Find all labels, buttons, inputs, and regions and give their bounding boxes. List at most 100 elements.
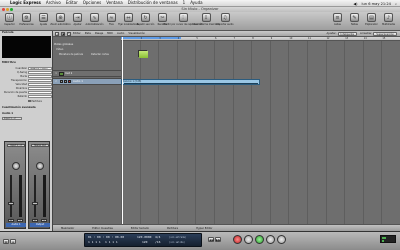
bounce-icon: ⇩ (201, 13, 211, 22)
record-button[interactable] (233, 235, 242, 244)
menu-ventana[interactable]: Ventana (106, 0, 122, 6)
repeat-icon: ↻ (141, 13, 150, 22)
snap-select[interactable]: Inteligente (337, 32, 357, 36)
track-row[interactable]: 1 Inst 1 (53, 70, 121, 77)
record-enable-button[interactable] (68, 80, 71, 83)
media-button[interactable]: ♪ Multimedia (381, 13, 396, 26)
solo-button[interactable]: S (41, 219, 47, 222)
playhead[interactable] (122, 37, 123, 231)
menu-visualizacion[interactable]: Visualización (128, 32, 145, 35)
movie-region[interactable] (138, 50, 148, 58)
tab-hyper-editor[interactable]: Hyper Editor (196, 227, 212, 230)
toolbar: ⓘ Inspector ⚙ Preferencias ☰ Ajuste ⊕ Zoom a… (0, 12, 400, 31)
solo-track-button[interactable] (64, 80, 67, 83)
play-button[interactable] (255, 235, 264, 244)
midi-section-header[interactable]: MIDI thru (0, 61, 16, 65)
menu-distribucion[interactable]: Distribución de ventanas (128, 0, 178, 6)
menu-midi[interactable]: MIDI (107, 32, 113, 35)
audio-region[interactable]: Cancion 1 (3:28) (121, 79, 260, 85)
score-checkbox[interactable] (28, 99, 31, 103)
cycle-button[interactable] (266, 235, 275, 244)
menu-editar[interactable]: Editar (66, 0, 78, 6)
menu-pasaje[interactable]: Pasaje (95, 32, 103, 35)
close-window-button[interactable] (2, 8, 5, 11)
mute-button[interactable]: M (8, 219, 14, 222)
spotlight-icon[interactable]: ⌕ (395, 2, 397, 6)
import-audio-button[interactable]: ♫ Importar audio (216, 13, 234, 29)
input-slot[interactable]: Input 1 – 2 (7, 144, 25, 147)
browser-button[interactable]: ▤ Explorador (364, 13, 379, 26)
audio-section-header[interactable]: Audio 1 (0, 112, 13, 116)
tab-piano-roll[interactable]: Editor teclado (131, 227, 149, 230)
menu-opciones[interactable]: Opciones (83, 0, 102, 6)
ruler-tick: 12 (326, 37, 330, 40)
media-browser-button[interactable]: ▤ (3, 239, 9, 244)
quantize-section-header[interactable]: Cuantización avanzada (0, 106, 36, 110)
menu-editar-local[interactable]: Editar (73, 32, 81, 35)
drag-select[interactable]: Superposición (373, 32, 397, 36)
automation-button[interactable]: ∿ Automatización (86, 13, 103, 29)
split-button[interactable]: ⫶ Dividir por cursor de reproducción (163, 13, 203, 29)
settings-button[interactable]: ☰ Ajuste (36, 13, 51, 29)
menu-pista[interactable]: Pista (85, 32, 91, 35)
mute-button[interactable]: M (32, 219, 38, 222)
pointer-tool-icon[interactable]: ↖ (67, 31, 71, 36)
mute-track-button[interactable] (60, 80, 63, 83)
volume-icon[interactable]: ◀) (353, 2, 357, 6)
bar-ruler[interactable]: 1 2 3 4 5 6 7 8 9 10 11 12 13 14 15 (121, 37, 400, 41)
lists-toggle-button[interactable]: ≡ (10, 239, 16, 244)
snap-button[interactable]: ⇥ Ajustar (70, 13, 85, 29)
repeat-section-button[interactable]: ↻ Repetir sección (137, 13, 154, 29)
fader-track[interactable] (10, 175, 12, 217)
lcd-display[interactable]: 01 : 00 : 00 : 00.00 1 1 1 1 1 1 1 1 120… (84, 233, 202, 247)
menu-archivo[interactable]: Archivo (46, 0, 61, 6)
lists-button[interactable]: ≡ Listas (330, 13, 345, 26)
cycle-region[interactable] (121, 37, 181, 39)
inspector-header[interactable]: Película (0, 31, 52, 35)
cpu-meter[interactable] (380, 235, 396, 243)
minimize-window-button[interactable] (6, 8, 9, 11)
arrange-timeline[interactable]: 1 2 3 4 5 6 7 8 9 10 11 12 13 14 15 Cancion 1 (3:28) (121, 37, 400, 231)
crop-button[interactable]: ✂ Recortar (155, 13, 170, 29)
metronome-button[interactable] (277, 235, 286, 244)
tab-score[interactable]: Partitura (167, 227, 178, 230)
track-row-selected[interactable]: 2 Audio 1 (53, 78, 121, 85)
inspector-button[interactable]: ⓘ Inspector (2, 13, 17, 29)
rewind-button[interactable]: ◀◀ (208, 237, 214, 242)
volume-fader[interactable] (32, 202, 38, 206)
pan-knob[interactable] (36, 162, 44, 170)
pan-knob[interactable] (12, 162, 20, 170)
set-locators-button[interactable]: ⇔ Fijar localizadores (118, 13, 139, 29)
notes-button[interactable]: ✎ Notas (347, 13, 362, 26)
input-select[interactable]: Input 1 – 2 (2, 117, 22, 120)
group-tracks-icon[interactable]: + (55, 31, 59, 36)
solo-button[interactable]: S (17, 219, 23, 222)
zoom-window-button[interactable] (10, 8, 13, 11)
preferences-button[interactable]: ⚙ Preferencias (19, 13, 34, 29)
menu-screenset[interactable]: 1 (183, 0, 186, 6)
menu-ayuda[interactable]: Ayuda (190, 0, 202, 6)
set-locators-icon: ⇔ (124, 13, 133, 22)
tab-sample-editor[interactable]: Editor muestras (92, 227, 113, 230)
stop-button[interactable] (244, 235, 253, 244)
param-value[interactable] (28, 94, 52, 98)
track-name[interactable]: Audio 1 (73, 80, 83, 83)
forward-button[interactable]: ▶▶ (215, 237, 221, 242)
tab-mixer[interactable]: Mezclador (61, 227, 74, 230)
score-checkbox-row[interactable]: Partitura (1, 99, 52, 103)
midi-in: (sin entrada) (169, 236, 187, 239)
track-name[interactable]: Inst 1 (65, 72, 72, 75)
volume-fader[interactable] (8, 202, 14, 206)
menu-audio[interactable]: Audio (117, 32, 124, 35)
auto-zoom-button[interactable]: ⊕ Zoom automático (50, 13, 71, 29)
menubar-clock[interactable]: lun 6 may 21:24 (362, 2, 391, 6)
bounce-button[interactable]: ⇩ Crear informe mezclado (192, 13, 220, 29)
fader-track[interactable] (34, 175, 36, 217)
folder-icon[interactable]: ▣ (61, 31, 65, 36)
video-track-label[interactable]: Vídeo (56, 48, 122, 51)
global-tracks-header[interactable]: Pistas globales (54, 43, 120, 46)
output-slot[interactable]: Stereo Out (31, 144, 49, 147)
list-icon: ≡ (333, 13, 342, 22)
flex-button[interactable]: ≈ Flex (104, 13, 119, 29)
menu-app[interactable]: Logic Express (10, 0, 41, 6)
